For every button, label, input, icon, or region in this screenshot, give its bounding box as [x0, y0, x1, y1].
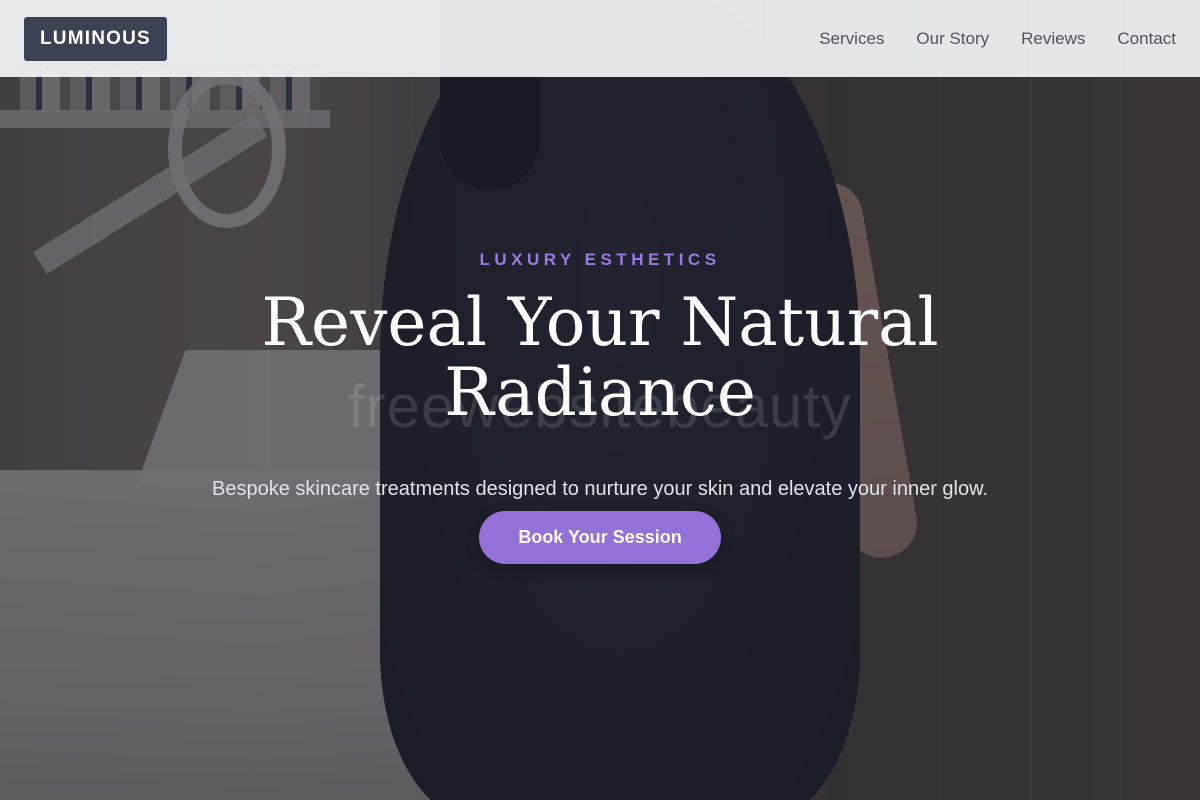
hero-eyebrow: LUXURY ESTHETICS	[479, 250, 721, 269]
hero-headline: Reveal Your Natural Radiance	[261, 284, 939, 431]
hero-subtitle: Bespoke skincare treatments designed to …	[212, 478, 988, 500]
nav-link-reviews[interactable]: Reviews	[1021, 29, 1085, 49]
hero-section: freewebsitebeauty LUXURY ESTHETICS Revea…	[0, 0, 1200, 800]
site-header: LUMINOUS Services Our Story Reviews Cont…	[0, 0, 1200, 77]
main-nav: Services Our Story Reviews Contact	[819, 29, 1176, 49]
landing-page: LUMINOUS Services Our Story Reviews Cont…	[0, 0, 1200, 800]
book-session-button[interactable]: Book Your Session	[479, 511, 721, 564]
nav-link-services[interactable]: Services	[819, 29, 884, 49]
brand-logo[interactable]: LUMINOUS	[24, 16, 167, 61]
nav-link-contact[interactable]: Contact	[1117, 29, 1176, 49]
nav-link-our-story[interactable]: Our Story	[916, 29, 989, 49]
